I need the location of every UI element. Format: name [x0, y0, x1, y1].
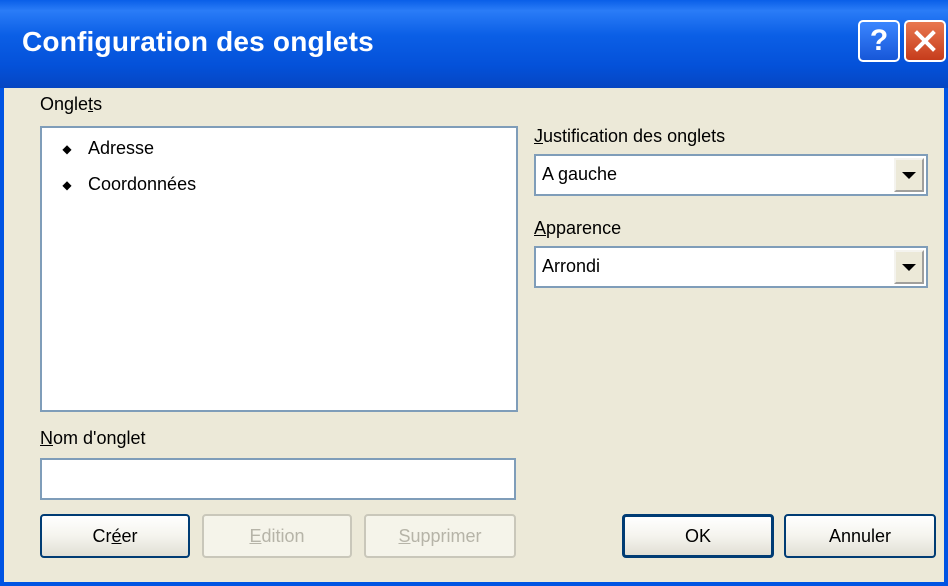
chevron-down-icon — [902, 171, 916, 179]
chevron-down-icon — [902, 263, 916, 271]
appearance-label: Apparence — [534, 218, 622, 238]
diamond-bullet-icon: ◆ — [62, 141, 72, 156]
tab-name-input[interactable] — [40, 458, 516, 500]
justification-select[interactable]: A gauche — [534, 154, 928, 196]
list-item[interactable]: ◆ Coordonnées — [60, 174, 196, 195]
cancel-button[interactable]: Annuler — [784, 514, 936, 558]
tabs-listbox[interactable]: ◆ Adresse ◆ Coordonnées — [40, 126, 518, 412]
create-button[interactable]: Cr é er — [40, 514, 190, 558]
help-button[interactable]: ? — [858, 20, 900, 62]
list-item-label: Coordonnées — [88, 174, 197, 194]
window-title: Configuration des onglets — [22, 26, 374, 57]
appearance-dropdown-button[interactable] — [894, 250, 924, 284]
close-icon — [914, 30, 936, 52]
justification-value: A gauche — [542, 164, 618, 184]
justification-label: Justification des onglets — [534, 126, 726, 146]
help-icon: ? — [869, 24, 889, 57]
justification-dropdown-button[interactable] — [894, 158, 924, 192]
list-item-label: Adresse — [88, 138, 155, 158]
appearance-select[interactable]: Arrondi — [534, 246, 928, 288]
edit-button[interactable]: Edition — [202, 514, 352, 558]
delete-button[interactable]: Supprimer — [364, 514, 516, 558]
tabs-list-label: Onglets — [40, 94, 103, 114]
tab-name-label: Nom d'onglet — [40, 428, 146, 448]
title-bar[interactable]: Configuration des onglets ? — [0, 0, 948, 88]
diamond-bullet-icon: ◆ — [62, 177, 72, 192]
dialog-window: Configuration des onglets ? Onglets ◆ Ad… — [0, 0, 948, 586]
ok-button[interactable]: OK — [622, 514, 774, 558]
appearance-value: Arrondi — [542, 256, 601, 276]
close-button[interactable] — [904, 20, 946, 62]
list-item[interactable]: ◆ Adresse — [60, 138, 154, 159]
